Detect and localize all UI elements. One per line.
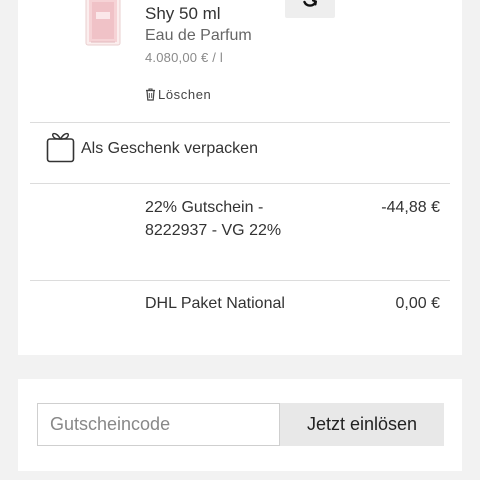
product-image[interactable] (84, 0, 122, 46)
trash-icon (145, 87, 156, 101)
shipping-line-value: 0,00 € (395, 295, 440, 312)
divider (30, 122, 450, 123)
coupon-line-label: 22% Gutschein - 8222937 - VG 22% (145, 199, 282, 239)
refresh-icon (302, 0, 318, 14)
gift-wrap-label: Als Geschenk verpacken (81, 140, 258, 157)
product-unit-price: 4.080,00 € / l (145, 50, 223, 65)
product-name[interactable]: Shy 50 ml (145, 4, 221, 24)
redeem-coupon-button[interactable]: Jetzt einlösen (280, 403, 444, 446)
coupon-code-input[interactable] (37, 403, 280, 446)
divider (30, 280, 450, 281)
cart-card: Shy 50 ml Eau de Parfum 4.080,00 € / l L… (18, 0, 462, 355)
gift-icon (46, 130, 75, 168)
refresh-button[interactable] (285, 0, 335, 18)
gift-wrap-toggle[interactable]: Als Geschenk verpacken (46, 132, 346, 166)
coupon-line-value: -44,88 € (381, 199, 440, 216)
delete-label: Löschen (158, 86, 212, 102)
delete-button[interactable]: Löschen (145, 86, 211, 102)
product-type: Eau de Parfum (145, 27, 252, 44)
divider (30, 183, 450, 184)
coupon-card: Jetzt einlösen (18, 379, 462, 471)
shipping-line-label: DHL Paket National (145, 295, 285, 312)
